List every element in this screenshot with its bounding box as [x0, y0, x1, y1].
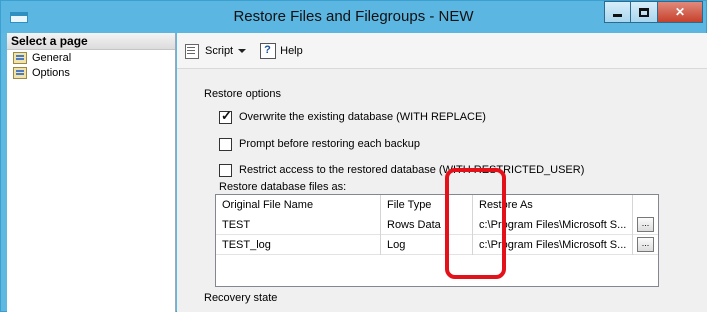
minimize-button[interactable]: [604, 1, 631, 23]
minimize-icon: [613, 14, 622, 17]
help-icon: [260, 42, 277, 59]
dialog-window: Restore Files and Filegroups - NEW ✕ Sel…: [0, 0, 707, 312]
options-content: Restore options ✓ Overwrite the existing…: [177, 70, 707, 312]
window-controls: ✕: [604, 1, 703, 23]
script-icon: [184, 43, 201, 59]
recovery-state-label: Recovery state: [204, 292, 278, 304]
close-button[interactable]: ✕: [658, 1, 703, 23]
page-icon: [13, 51, 27, 64]
maximize-icon: [639, 7, 649, 17]
title-bar[interactable]: Restore Files and Filegroups - NEW ✕: [1, 1, 706, 33]
grid-header-row: Original File Name File Type Restore As: [216, 195, 658, 215]
toolbar: Script Help: [177, 33, 707, 69]
overwrite-checkbox[interactable]: ✓: [219, 108, 232, 124]
overwrite-label: Overwrite the existing database (WITH RE…: [239, 111, 486, 123]
help-label: Help: [280, 44, 303, 57]
checkmark-icon: ✓: [221, 108, 232, 123]
page-item-label: General: [32, 51, 72, 64]
restrict-access-label: Restrict access to the restored database…: [239, 164, 585, 176]
table-row[interactable]: TEST_log Log c:\Program Files\Microsoft …: [216, 235, 658, 255]
window-title: Restore Files and Filegroups - NEW: [233, 8, 474, 25]
close-icon: ✕: [674, 5, 686, 19]
column-header-browse: [633, 195, 658, 215]
script-label: Script: [205, 44, 234, 57]
chevron-down-icon[interactable]: [238, 48, 247, 53]
column-header-original-name[interactable]: Original File Name: [216, 195, 381, 215]
browse-button[interactable]: ...: [637, 237, 654, 252]
restore-files-grid: Original File Name File Type Restore As …: [215, 194, 659, 287]
restore-options-label: Restore options: [204, 88, 282, 100]
page-selector: Select a page General Options: [7, 33, 176, 312]
original-file-name-cell: TEST: [216, 215, 381, 235]
table-row[interactable]: TEST Rows Data c:\Program Files\Microsof…: [216, 215, 658, 235]
page-selector-header: Select a page: [7, 33, 175, 50]
browse-button[interactable]: ...: [637, 217, 654, 232]
restore-files-label: Restore database files as:: [219, 181, 347, 193]
restrict-access-checkbox[interactable]: [219, 164, 232, 177]
script-button[interactable]: Script: [184, 43, 252, 59]
page-item-label: Options: [32, 66, 70, 79]
page-icon: [13, 66, 27, 79]
maximize-button[interactable]: [631, 1, 658, 23]
help-button[interactable]: Help: [260, 42, 303, 59]
options-pane: Script Help Restore options ✓ Overwrite …: [177, 33, 707, 312]
prompt-checkbox[interactable]: [219, 138, 232, 151]
page-item-general[interactable]: General: [7, 50, 175, 65]
highlight-annotation: [445, 168, 506, 279]
prompt-label: Prompt before restoring each backup: [239, 138, 420, 150]
original-file-name-cell: TEST_log: [216, 235, 381, 255]
page-item-options[interactable]: Options: [7, 65, 175, 80]
